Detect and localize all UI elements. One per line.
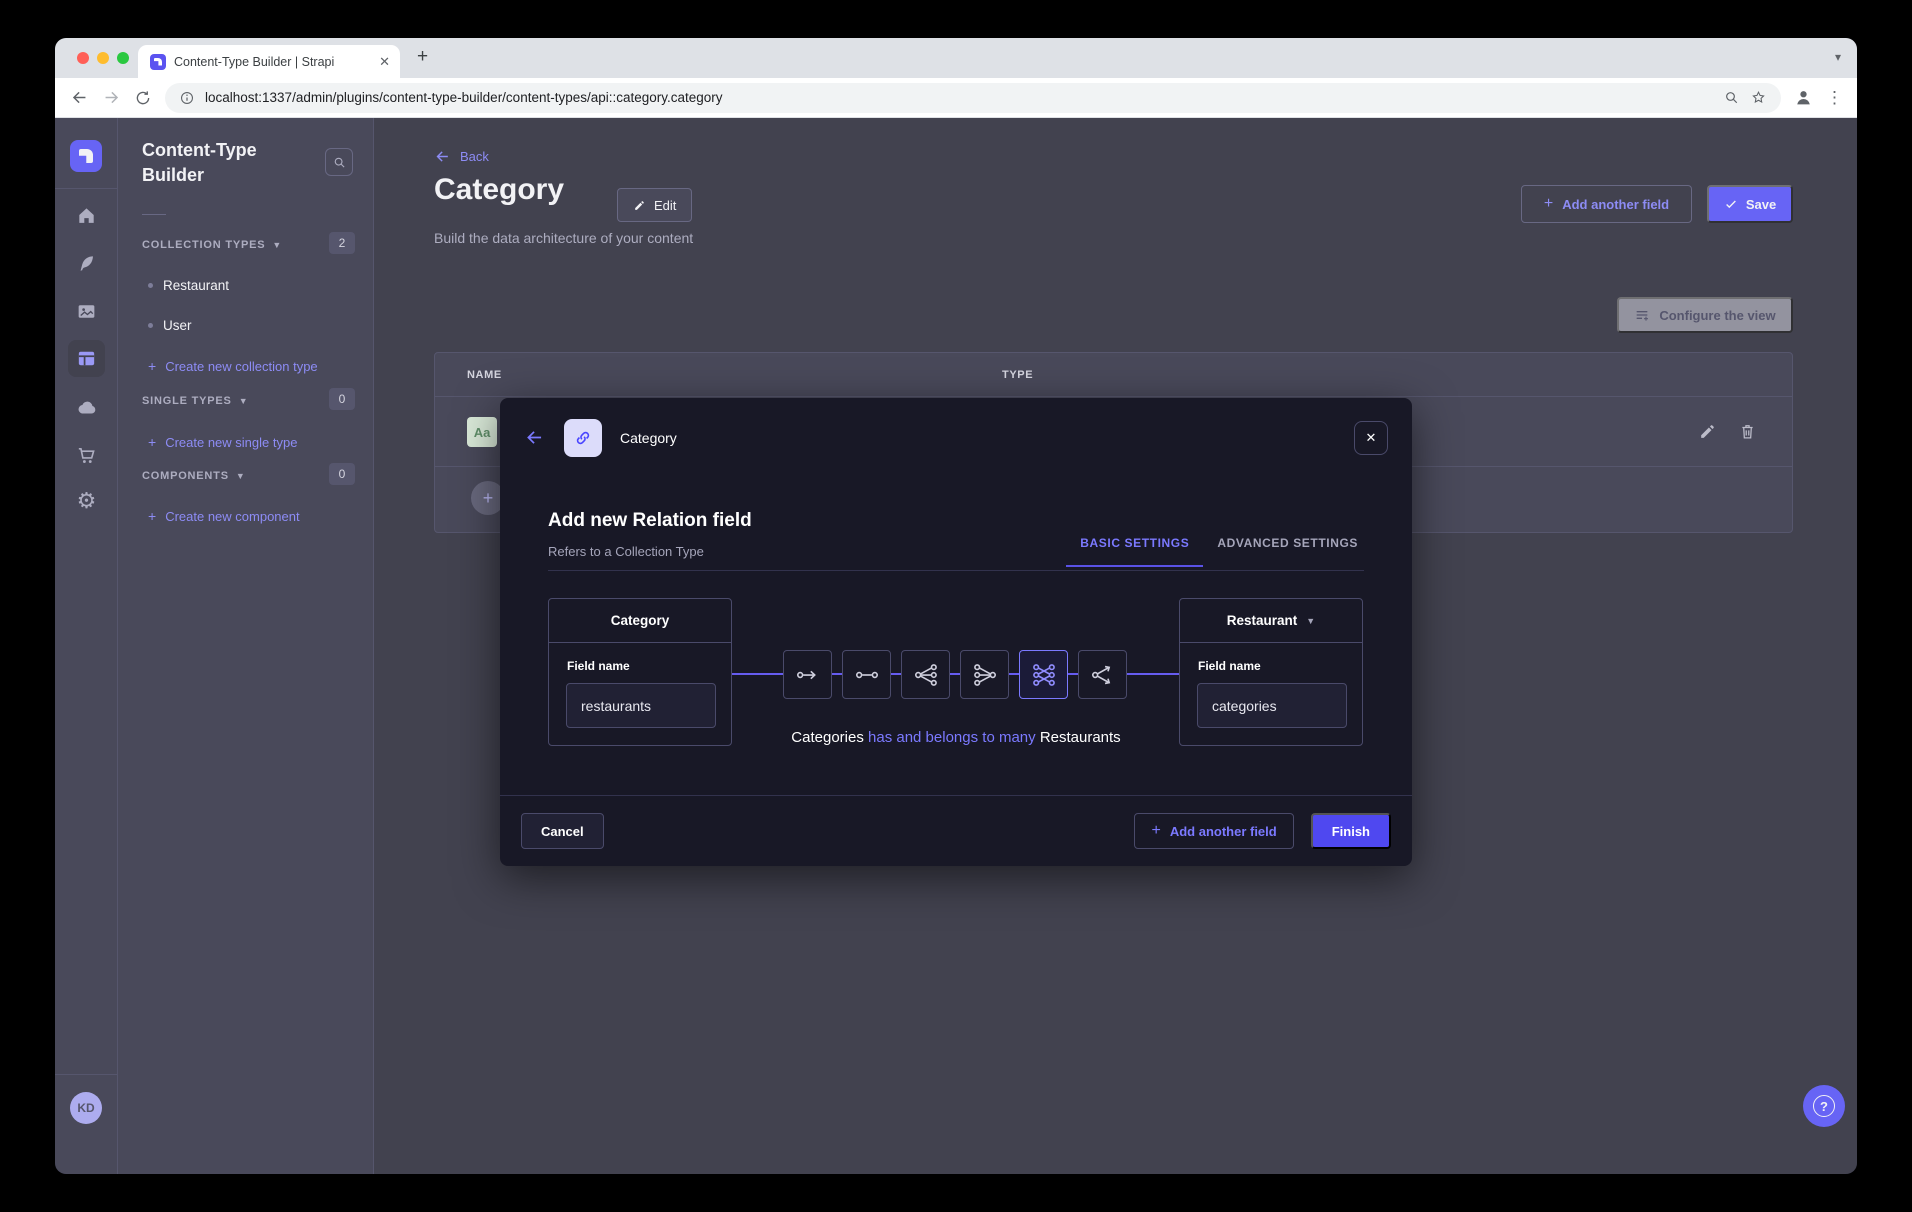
relation-object: Restaurants [1040, 729, 1121, 746]
chevron-down-icon: ▼ [1306, 616, 1315, 626]
zoom-window-button[interactable] [117, 52, 129, 64]
modal-add-another-field-button[interactable]: + Add another field [1134, 813, 1293, 849]
source-field-name-label: Field name [567, 659, 630, 673]
relation-sentence: Categories has and belongs to many Resta… [500, 729, 1412, 746]
modal-footer-actions: + Add another field Finish [1134, 813, 1391, 849]
zoom-page-icon[interactable] [1723, 89, 1740, 106]
tab-basic-settings[interactable]: BASIC SETTINGS [1066, 536, 1203, 567]
tab-title: Content-Type Builder | Strapi [174, 55, 371, 69]
source-card-title: Category [549, 599, 731, 643]
tab-advanced-settings[interactable]: ADVANCED SETTINGS [1203, 536, 1372, 567]
tab-search-chevron-icon[interactable]: ▾ [1835, 50, 1841, 64]
browser-tab[interactable]: Content-Type Builder | Strapi ✕ [138, 45, 400, 78]
cancel-button[interactable]: Cancel [521, 813, 604, 849]
modal-add-field-label: Add another field [1170, 824, 1277, 839]
modal-subtitle: Refers to a Collection Type [548, 544, 704, 559]
minimize-window-button[interactable] [97, 52, 109, 64]
screen: Content-Type Builder | Strapi ✕ + ▾ loca… [0, 0, 1912, 1212]
relation-one-way-icon[interactable] [783, 650, 832, 699]
profile-avatar-icon[interactable] [1793, 87, 1814, 108]
browser-tab-strip: Content-Type Builder | Strapi ✕ + ▾ [55, 38, 1857, 78]
source-relation-card: Category Field name [548, 598, 732, 746]
relation-verb: has and belongs to many [868, 729, 1036, 746]
target-relation-card: Restaurant ▼ Field name [1179, 598, 1363, 746]
target-collection-dropdown[interactable]: Restaurant ▼ [1180, 599, 1362, 643]
tab-close-icon[interactable]: ✕ [379, 54, 390, 70]
modal-header: Category ✕ [500, 398, 1412, 478]
new-tab-button[interactable]: + [417, 46, 428, 68]
window-controls [77, 52, 129, 64]
forward-nav-icon[interactable] [101, 88, 121, 108]
finish-button[interactable]: Finish [1311, 813, 1391, 849]
relation-link-icon [564, 419, 602, 457]
strapi-admin-app: ⚙ KD Content-Type Builder COLLECTION TYP… [55, 118, 1857, 1174]
strapi-favicon-icon [150, 54, 166, 70]
source-card-title-label: Category [611, 613, 670, 628]
relation-many-to-one-icon[interactable] [960, 650, 1009, 699]
back-nav-icon[interactable] [69, 88, 89, 108]
modal-tabs: BASIC SETTINGS ADVANCED SETTINGS [1066, 536, 1372, 567]
modal-breadcrumb: Category [620, 430, 677, 446]
plus-icon: + [1151, 822, 1160, 840]
url-text[interactable]: localhost:1337/admin/plugins/content-typ… [205, 90, 1713, 105]
modal-divider [548, 570, 1364, 571]
browser-menu-icon[interactable]: ⋮ [1826, 88, 1843, 108]
relation-many-to-many-icon[interactable] [1019, 650, 1068, 699]
reload-icon[interactable] [133, 88, 153, 108]
bookmark-star-icon[interactable] [1750, 89, 1767, 106]
close-window-button[interactable] [77, 52, 89, 64]
add-relation-modal: Category ✕ Add new Relation field Refers… [500, 398, 1412, 866]
relation-one-to-many-icon[interactable] [901, 650, 950, 699]
modal-title: Add new Relation field [548, 510, 752, 532]
source-field-name-input[interactable] [566, 683, 716, 728]
relation-one-to-one-icon[interactable] [842, 650, 891, 699]
modal-footer: Cancel + Add another field Finish [500, 795, 1412, 866]
target-field-name-input[interactable] [1197, 683, 1347, 728]
relation-subject: Categories [791, 729, 864, 746]
relation-many-way-icon[interactable] [1078, 650, 1127, 699]
close-icon[interactable]: ✕ [1354, 421, 1388, 455]
url-bar[interactable]: localhost:1337/admin/plugins/content-typ… [165, 83, 1781, 113]
browser-toolbar: localhost:1337/admin/plugins/content-typ… [55, 78, 1857, 118]
site-info-icon[interactable] [179, 90, 195, 106]
modal-back-arrow-icon[interactable] [524, 427, 546, 449]
browser-window: Content-Type Builder | Strapi ✕ + ▾ loca… [55, 38, 1857, 1174]
target-card-title-label: Restaurant [1227, 613, 1298, 628]
target-field-name-label: Field name [1198, 659, 1261, 673]
